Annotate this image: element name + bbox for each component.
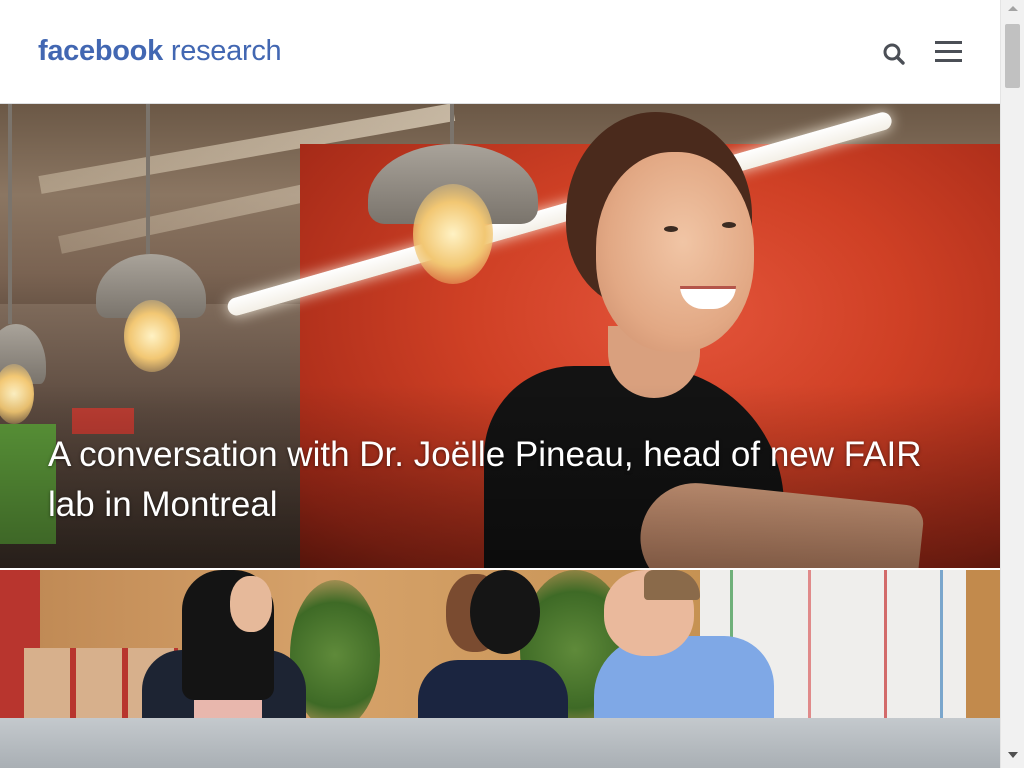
person-face <box>596 152 754 352</box>
person-face <box>230 576 272 632</box>
search-icon <box>883 43 905 65</box>
person-eye <box>722 222 736 228</box>
vertical-scrollbar[interactable] <box>1000 0 1024 768</box>
sofa <box>0 718 1000 768</box>
logo-brand: facebook <box>38 35 163 67</box>
page: facebook research A conversation with Dr… <box>0 0 1000 768</box>
hero-article-title[interactable]: A conversation with Dr. Joëlle Pineau, h… <box>48 430 948 530</box>
scroll-thumb[interactable] <box>1005 24 1020 88</box>
hero-feature-card[interactable]: A conversation with Dr. Joëlle Pineau, h… <box>0 104 1000 568</box>
person-hair <box>470 570 540 654</box>
menu-button[interactable] <box>934 38 964 66</box>
person-eye <box>664 226 678 232</box>
hamburger-menu-icon <box>935 41 962 62</box>
secondary-feature-card[interactable] <box>0 570 1000 768</box>
search-button[interactable] <box>880 40 908 68</box>
scroll-down-arrow[interactable] <box>1001 746 1024 768</box>
site-header: facebook research <box>0 0 1000 104</box>
logo-suffix: research <box>170 35 282 67</box>
scroll-up-arrow[interactable] <box>1001 0 1024 18</box>
facebook-research-logo[interactable]: facebook research <box>38 33 282 69</box>
